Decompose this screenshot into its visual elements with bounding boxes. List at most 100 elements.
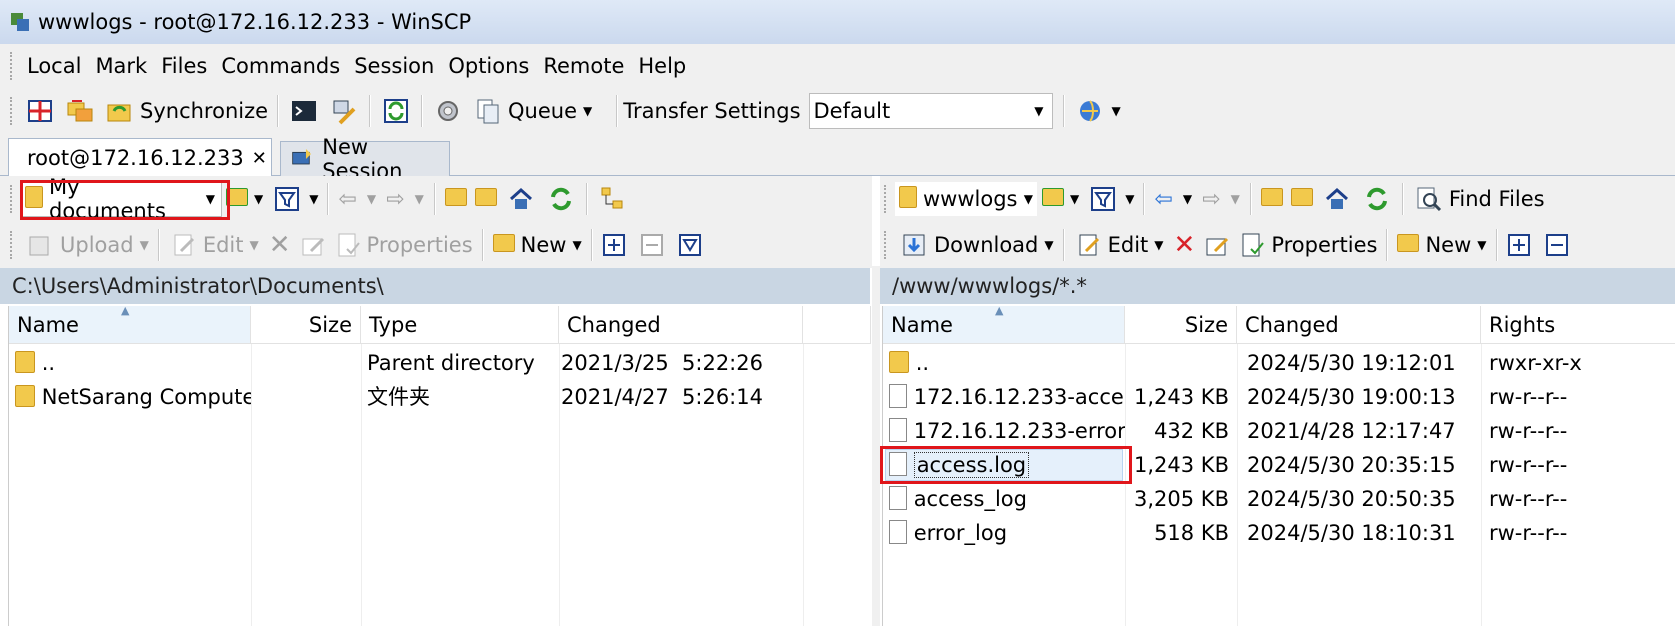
rename-icon[interactable] [1203, 231, 1231, 259]
select-all-icon[interactable] [1505, 231, 1533, 259]
pane-splitter[interactable] [872, 266, 880, 626]
table-row[interactable]: 172.16.12.233-error... 432 KB 2021/4/28 … [883, 414, 1675, 448]
separator [1249, 183, 1252, 215]
column-header-size[interactable]: Size [1125, 306, 1237, 344]
table-row[interactable]: error_log 518 KB 2024/5/30 18:10:31 rw-r… [883, 516, 1675, 550]
synchronize-browsing-icon [67, 100, 93, 122]
transfer-options-button[interactable]: ▼ [1070, 92, 1125, 130]
column-header-name[interactable]: Name ▲ [883, 304, 1125, 344]
remote-new-button[interactable]: New ▼ [1393, 226, 1490, 264]
tab-root-session[interactable]: root@172.16.12.233 ✕ [8, 138, 272, 177]
local-refresh-button[interactable] [541, 180, 581, 218]
synchronize-button[interactable]: Synchronize [100, 92, 272, 130]
local-properties-button[interactable]: Properties [329, 226, 477, 264]
menu-grip[interactable] [10, 52, 14, 80]
menu-files[interactable]: Files [154, 44, 214, 88]
forward-arrow-icon[interactable]: ⇨ [1202, 187, 1220, 212]
row-type: 文件夹 [367, 385, 430, 409]
remote-properties-button[interactable]: Properties [1233, 226, 1381, 264]
remote-file-list[interactable]: Name ▲ Size Changed Rights .. 2024/5/30 … [882, 304, 1675, 626]
local-open-directory-button[interactable]: ▼ [222, 180, 267, 218]
table-row[interactable]: .. Parent directory 2021/3/25 5:22:26 [9, 346, 870, 380]
menu-remote[interactable]: Remote [536, 44, 631, 88]
grip[interactable] [10, 231, 14, 259]
parent-folder-icon [15, 351, 35, 373]
queue-button[interactable]: Queue ▼ [468, 92, 596, 130]
queue-dropdown-arrow[interactable]: ▼ [583, 104, 592, 118]
upload-icon [29, 236, 49, 256]
find-files-button[interactable]: Find Files [1409, 180, 1549, 218]
column-header-type[interactable]: Type [361, 306, 559, 344]
grip[interactable] [884, 185, 888, 213]
table-row[interactable]: access_log 3,205 KB 2024/5/30 20:50:35 r… [883, 482, 1675, 516]
toolbar-grip[interactable] [10, 97, 14, 125]
refresh-session-button[interactable] [376, 92, 416, 130]
column-header-size[interactable]: Size [251, 306, 361, 344]
menu-local[interactable]: Local [20, 44, 88, 88]
upload-button[interactable]: Upload ▼ [20, 226, 153, 264]
remote-home-button[interactable] [1317, 180, 1357, 218]
remote-location-select[interactable]: wwwlogs ▼ [894, 181, 1038, 217]
file-icon [889, 418, 907, 442]
column-header-changed[interactable]: Changed [559, 306, 803, 344]
transfer-settings-select[interactable]: Default ▼ [808, 93, 1053, 129]
unselect-all-icon[interactable] [1543, 231, 1571, 259]
local-location-select[interactable]: My documents ▼ [20, 175, 222, 223]
back-arrow-icon[interactable]: ⇦ [1154, 187, 1172, 212]
rename-icon[interactable] [299, 231, 327, 259]
menu-session[interactable]: Session [347, 44, 441, 88]
remote-open-directory-button[interactable]: ▼ [1038, 180, 1083, 218]
menu-help[interactable]: Help [631, 44, 693, 88]
local-root-directory-button[interactable] [471, 180, 501, 218]
select-all-icon[interactable] [600, 231, 628, 259]
preferences-button[interactable] [428, 92, 468, 130]
remote-path-bar: /www/wwwlogs/*.* [880, 268, 1675, 304]
filter-select-icon[interactable] [676, 231, 704, 259]
remote-refresh-button[interactable] [1357, 180, 1397, 218]
terminal-button[interactable] [284, 92, 324, 130]
menu-options[interactable]: Options [441, 44, 536, 88]
column-header-name[interactable]: Name ▲ [9, 304, 251, 344]
close-icon[interactable]: ✕ [252, 148, 267, 169]
delete-icon[interactable]: ✕ [1174, 230, 1196, 260]
local-new-button[interactable]: New ▼ [489, 226, 586, 264]
tab-new-session[interactable]: New Session [280, 135, 450, 183]
local-tree-button[interactable] [593, 180, 633, 218]
delete-icon[interactable]: ✕ [269, 230, 291, 260]
separator [1143, 183, 1146, 215]
menu-commands[interactable]: Commands [214, 44, 347, 88]
local-parent-directory-button[interactable] [441, 180, 471, 218]
local-home-button[interactable] [501, 180, 541, 218]
forward-arrow-icon[interactable]: ⇨ [386, 187, 404, 212]
download-button[interactable]: Download ▼ [894, 226, 1058, 264]
remote-edit-button[interactable]: Edit ▼ [1070, 226, 1168, 264]
table-row[interactable]: .. 2024/5/30 19:12:01 rwxr-xr-x [883, 346, 1675, 380]
unselect-all-icon[interactable] [638, 231, 666, 259]
row-name: NetSarang Computer [15, 380, 251, 414]
compare-directories-button[interactable] [20, 92, 60, 130]
row-type: Parent directory [367, 351, 535, 375]
download-icon [903, 234, 925, 256]
grip[interactable] [10, 185, 14, 213]
local-file-list[interactable]: Name ▲ Size Type Changed .. Parent direc… [8, 304, 871, 626]
column-header-rights[interactable]: Rights [1481, 306, 1675, 344]
chevron-down-icon: ▼ [139, 238, 149, 252]
table-row-selected[interactable]: access.log 1,243 KB 2024/5/30 20:35:15 r… [883, 448, 1675, 482]
local-edit-button[interactable]: Edit ▼ [165, 226, 263, 264]
synchronize-browsing-button[interactable] [60, 92, 100, 130]
table-row[interactable]: NetSarang Computer 文件夹 2021/4/27 5:26:14 [9, 380, 870, 414]
grip[interactable] [884, 231, 888, 259]
back-arrow-icon[interactable]: ⇦ [338, 187, 356, 212]
remote-parent-directory-button[interactable] [1257, 180, 1287, 218]
row-size: 518 KB [1154, 521, 1229, 545]
local-filter-button[interactable]: ▼ [267, 180, 322, 218]
sort-ascending-icon: ▲ [121, 304, 130, 317]
toolbar-separator [616, 95, 619, 127]
remote-root-directory-button[interactable] [1287, 180, 1317, 218]
remote-filter-button[interactable]: ▼ [1083, 180, 1138, 218]
putty-button[interactable] [324, 92, 364, 130]
table-row[interactable]: 172.16.12.233-acce... 1,243 KB 2024/5/30… [883, 380, 1675, 414]
menu-mark[interactable]: Mark [88, 44, 154, 88]
chevron-down-icon: ▼ [1044, 238, 1054, 252]
column-header-changed[interactable]: Changed [1237, 306, 1481, 344]
